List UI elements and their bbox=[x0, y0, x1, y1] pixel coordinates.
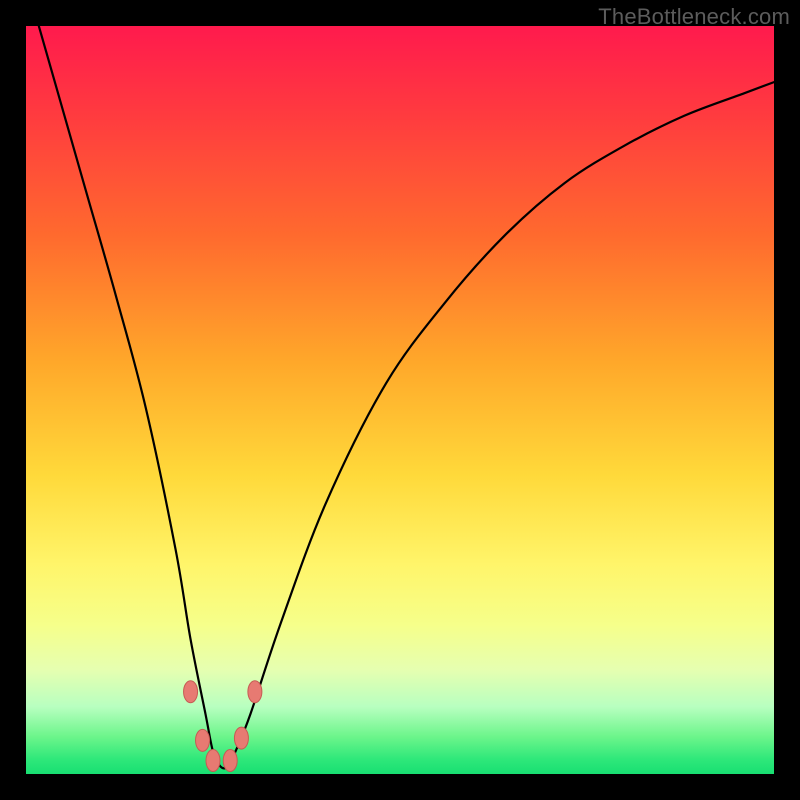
curve-markers bbox=[184, 681, 262, 772]
bottleneck-curve bbox=[26, 26, 774, 768]
marker-right-lower bbox=[234, 727, 248, 749]
marker-bottom-right bbox=[223, 750, 237, 772]
plot-area bbox=[26, 26, 774, 774]
watermark-text: TheBottleneck.com bbox=[598, 4, 790, 30]
chart-frame: TheBottleneck.com bbox=[0, 0, 800, 800]
marker-left-upper bbox=[184, 681, 198, 703]
bottleneck-curve-svg bbox=[26, 26, 774, 774]
marker-left-lower bbox=[196, 729, 210, 751]
marker-bottom-left bbox=[206, 750, 220, 772]
marker-right-upper bbox=[248, 681, 262, 703]
